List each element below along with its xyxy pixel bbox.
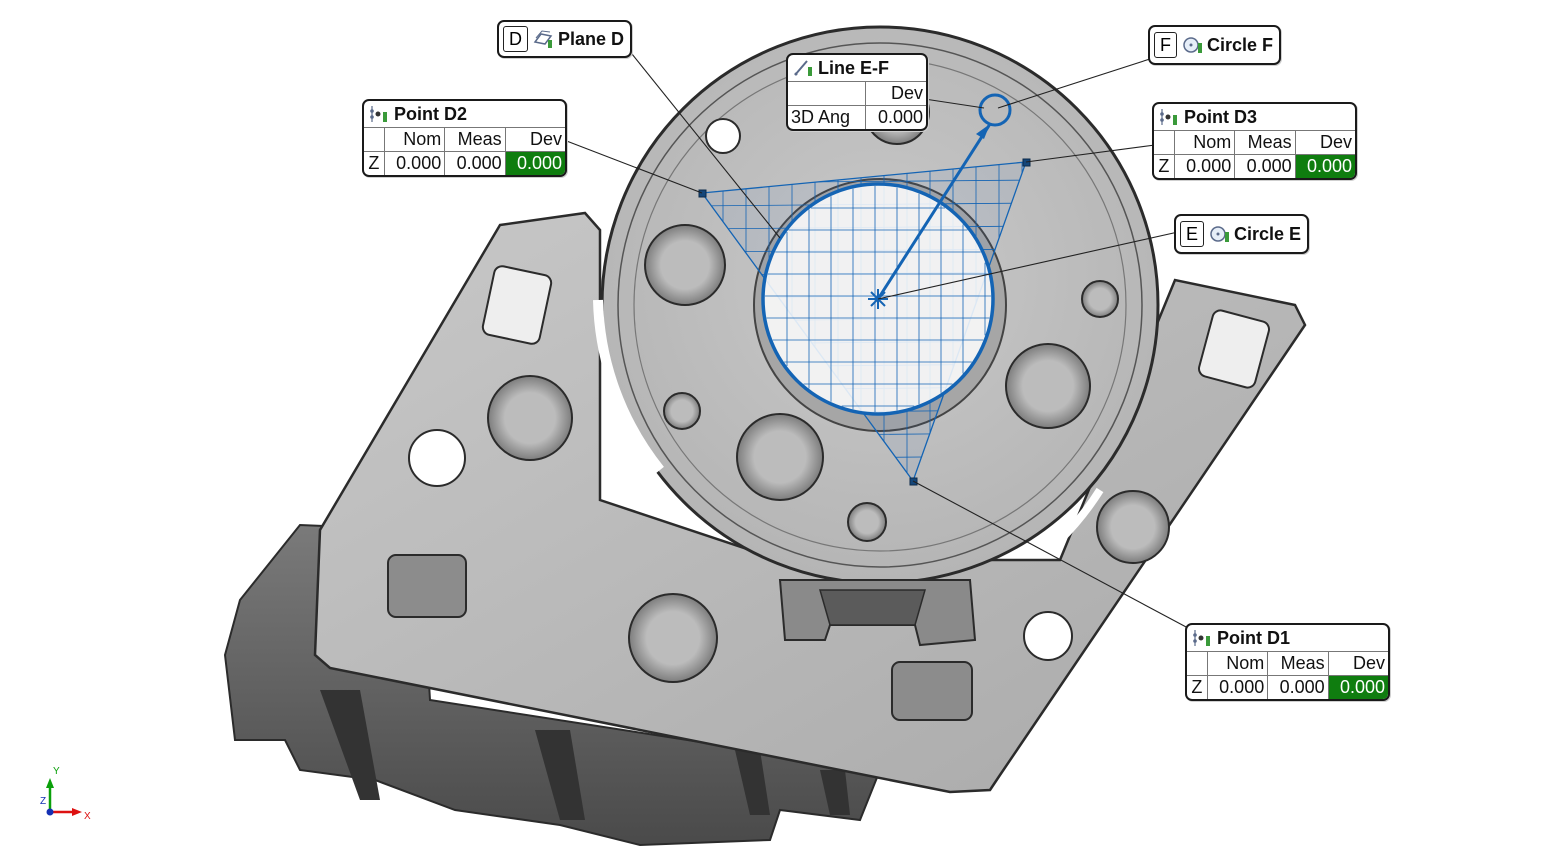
axis-x-label: X [84,811,91,822]
axis-z-label: Z [40,796,47,807]
meas-value: 0.000 [1267,675,1329,699]
axis-label: Z [1154,154,1175,178]
circle-f-callout[interactable]: F Circle F [1148,25,1282,65]
point-d3-title: Point D3 [1184,106,1258,127]
circle-icon [1210,226,1230,242]
datum-label: E [1180,221,1205,247]
plane-icon [533,30,553,48]
line-e-f-callout[interactable]: Line E-F Dev 3D Ang 0.000 [786,53,928,131]
axis-y-label: Y [53,766,60,777]
point-icon [1193,630,1210,646]
dev-value: 0.000 [1327,675,1388,699]
line-e-f-title: Line E-F [818,57,889,78]
meas-header: Meas [444,127,506,152]
nom-value: 0.000 [1206,675,1268,699]
dev-value: 0.000 [1294,154,1355,178]
circle-f-title: Circle F [1207,34,1274,55]
circle-e-title: Circle E [1234,223,1302,244]
plane-d-title: Plane D [558,28,625,49]
line-icon [794,60,812,76]
circle-icon [1183,37,1202,53]
dev-header: Dev [504,127,565,152]
point-icon [1160,109,1177,125]
nom-header: Nom [383,127,445,152]
axis-triad [46,778,82,816]
point-d2-title: Point D2 [394,103,468,124]
ang-value: 0.000 [864,105,926,129]
nom-header: Nom [1206,651,1268,676]
meas-header: Meas [1234,130,1296,155]
meas-value: 0.000 [444,151,506,175]
nom-value: 0.000 [383,151,445,175]
datum-label: F [1154,32,1177,58]
row-label: 3D Ang [788,105,866,129]
nom-value: 0.000 [1173,154,1235,178]
empty-cell [1187,651,1208,676]
empty-cell [364,127,385,152]
circle-e-callout[interactable]: E Circle E [1174,214,1310,254]
meas-header: Meas [1267,651,1329,676]
dev-value: 0.000 [504,151,565,175]
axis-label: Z [364,151,385,175]
dev-header: Dev [864,81,926,106]
point-d1-title: Point D1 [1217,627,1291,648]
point-d2-callout[interactable]: Point D2 Nom Meas Dev Z 0.000 0.000 0.00… [362,99,567,177]
empty-cell [788,81,866,106]
dev-header: Dev [1294,130,1355,155]
empty-cell [1154,130,1175,155]
plane-d-callout[interactable]: D Plane D [497,20,633,58]
datum-label: D [503,26,528,52]
point-d3-callout[interactable]: Point D3 Nom Meas Dev Z 0.000 0.000 0.00… [1152,102,1357,180]
nom-header: Nom [1173,130,1235,155]
point-icon [370,106,387,122]
dev-header: Dev [1327,651,1388,676]
axis-label: Z [1187,675,1208,699]
meas-value: 0.000 [1234,154,1296,178]
point-d1-callout[interactable]: Point D1 Nom Meas Dev Z 0.000 0.000 0.00… [1185,623,1390,701]
